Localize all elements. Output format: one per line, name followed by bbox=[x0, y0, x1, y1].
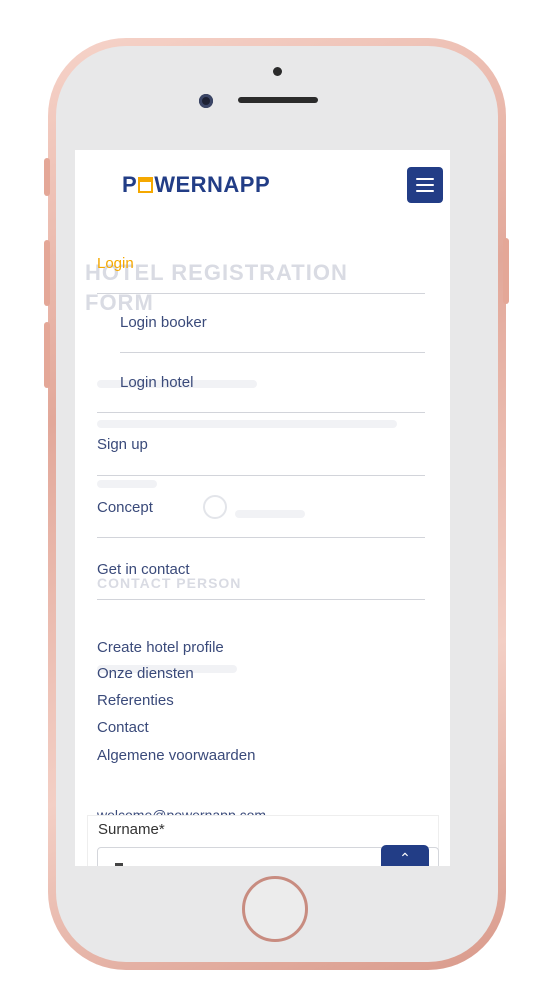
hamburger-icon bbox=[416, 190, 434, 192]
nav-item-sign-up[interactable]: Sign up bbox=[97, 436, 425, 453]
surname-label: Surname* bbox=[98, 821, 165, 838]
powernapp-logo[interactable]: P WERNAPP bbox=[122, 172, 270, 198]
divider bbox=[97, 412, 425, 413]
menu-toggle-button[interactable] bbox=[407, 167, 443, 203]
logo-letter: P bbox=[122, 172, 138, 197]
input-cursor bbox=[115, 863, 123, 866]
divider bbox=[97, 293, 425, 294]
divider bbox=[120, 352, 425, 353]
home-button[interactable] bbox=[242, 876, 308, 942]
footer-link-algemene-voorwaarden[interactable]: Algemene voorwaarden bbox=[97, 747, 255, 764]
placeholder-line bbox=[97, 420, 397, 428]
nav-item-login-booker[interactable]: Login booker bbox=[120, 314, 425, 331]
logo-suitcase-icon bbox=[138, 177, 154, 193]
logo-text: WERNAPP bbox=[154, 172, 271, 197]
sensor bbox=[273, 67, 282, 76]
nav-item-login-hotel[interactable]: Login hotel bbox=[120, 374, 425, 391]
phone-screen: HOTEL REGISTRATION FORM CONTACT PERSON P… bbox=[75, 150, 450, 866]
hamburger-icon bbox=[416, 184, 434, 186]
footer-link-create-hotel-profile[interactable]: Create hotel profile bbox=[97, 639, 224, 656]
volume-down-button bbox=[44, 322, 50, 388]
scroll-to-top-button[interactable]: ⌃ bbox=[381, 845, 429, 866]
placeholder-line bbox=[97, 480, 157, 488]
nav-item-login[interactable]: Login bbox=[97, 255, 425, 272]
mute-switch bbox=[44, 158, 50, 196]
hamburger-icon bbox=[416, 178, 434, 180]
footer-link-referenties[interactable]: Referenties bbox=[97, 692, 174, 709]
divider bbox=[97, 599, 425, 600]
volume-up-button bbox=[44, 240, 50, 306]
power-button bbox=[503, 238, 509, 304]
divider bbox=[97, 475, 425, 476]
footer-link-contact[interactable]: Contact bbox=[97, 719, 149, 736]
site-header: P WERNAPP bbox=[75, 150, 450, 222]
front-camera bbox=[199, 94, 213, 108]
chevron-up-icon: ⌃ bbox=[399, 850, 411, 866]
footer-link-onze-diensten[interactable]: Onze diensten bbox=[97, 665, 194, 682]
divider bbox=[97, 537, 425, 538]
nav-item-concept[interactable]: Concept bbox=[97, 499, 425, 516]
nav-item-get-in-contact[interactable]: Get in contact bbox=[97, 561, 425, 578]
earpiece-speaker bbox=[238, 97, 318, 103]
